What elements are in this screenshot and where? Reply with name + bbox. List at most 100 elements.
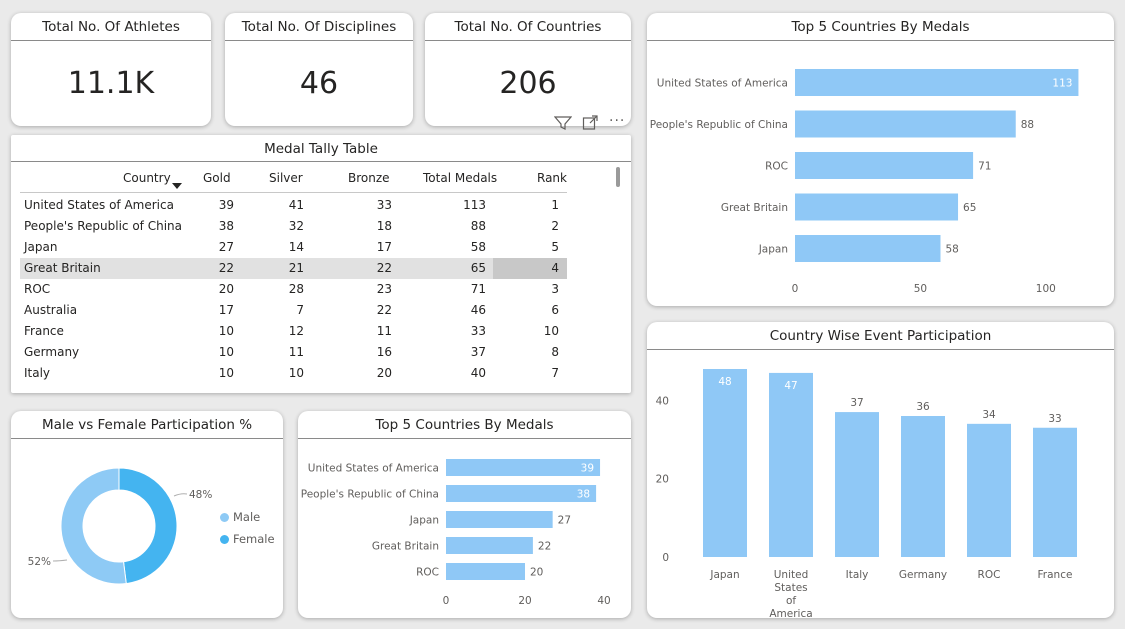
- legend-label-female: Female: [233, 532, 275, 546]
- col-header-bronze[interactable]: Bronze: [348, 171, 390, 185]
- kpi-title: Total No. Of Countries: [454, 19, 602, 35]
- table-row[interactable]: Australia 17 7 22 46 6: [20, 300, 567, 321]
- table-cell: 71: [470, 282, 486, 296]
- legend-dot-female: [220, 534, 229, 544]
- data-label: 20: [530, 567, 543, 579]
- table-cell: France: [24, 324, 64, 338]
- table-cell: 22: [218, 261, 234, 275]
- category-label: Great Britain: [721, 202, 788, 214]
- kpi-card-athletes[interactable]: Total No. Of Athletes 11.1K: [11, 13, 211, 126]
- more-options-icon[interactable]: ···: [609, 114, 625, 128]
- x-category-label: France: [1038, 569, 1073, 581]
- title-divider: [225, 40, 413, 41]
- data-label: 71: [978, 161, 991, 173]
- table-cell: 2: [551, 219, 559, 233]
- vertical-scrollbar[interactable]: [616, 167, 620, 187]
- table-cell: 10: [543, 324, 559, 338]
- table-cell: 10: [218, 366, 234, 380]
- data-label: 36: [916, 401, 930, 413]
- category-label: Japan: [758, 244, 788, 256]
- table-cell: 14: [288, 240, 304, 254]
- event-participation-column-chart: 0 20 40 48 Japan 47 UnitedStatesofAmerica 37 Ita…: [656, 369, 1077, 618]
- title-divider: [11, 161, 631, 162]
- y-tick-label: 0: [662, 552, 669, 564]
- table-cell: 22: [376, 303, 392, 317]
- table-row[interactable]: Italy 10 10 20 40 7: [20, 363, 567, 384]
- table-cell: 37: [470, 345, 486, 359]
- table-cell: 33: [376, 198, 392, 212]
- filter-icon[interactable]: [554, 115, 572, 131]
- table-cell: 5: [551, 240, 559, 254]
- table-row[interactable]: Japan 27 14 17 58 5: [20, 237, 567, 258]
- bar: [446, 459, 601, 476]
- visual-toolbar: ···: [550, 113, 632, 133]
- legend-label-male: Male: [233, 510, 261, 524]
- top5-medals-card[interactable]: Top 5 Countries By Medals United States …: [647, 13, 1114, 306]
- col-header-silver[interactable]: Silver: [269, 171, 303, 185]
- legend-item-female[interactable]: Female: [220, 532, 275, 546]
- legend-item-male[interactable]: Male: [220, 510, 260, 524]
- table-row[interactable]: France 10 12 11 33 10: [20, 321, 567, 342]
- table-cell: 20: [218, 282, 234, 296]
- data-label: 38: [577, 489, 590, 501]
- table-body: United States of America 39 41 33 113 1 People…: [20, 195, 567, 384]
- category-label: ROC: [416, 567, 439, 579]
- table-row[interactable]: United States of America 39 41 33 113 1: [20, 195, 567, 216]
- medal-tally-card[interactable]: Medal Tally Table Country Gold Silver Br…: [11, 135, 631, 393]
- col-header-rank[interactable]: Rank: [537, 171, 567, 185]
- table-cell: Australia: [24, 303, 78, 317]
- kpi-card-disciplines[interactable]: Total No. Of Disciplines 46: [225, 13, 413, 126]
- table-cell: 16: [376, 345, 392, 359]
- table-cell: 20: [376, 366, 392, 380]
- x-tick-label: 0: [443, 595, 450, 607]
- category-label: People's Republic of China: [301, 489, 439, 501]
- table-cell: 1: [551, 198, 559, 212]
- bar: [446, 563, 525, 580]
- table-cell: 33: [470, 324, 486, 338]
- bar: [1033, 427, 1077, 557]
- bar: [446, 537, 533, 554]
- focus-mode-icon[interactable]: [582, 115, 598, 131]
- table-cell: 12: [288, 324, 304, 338]
- gender-participation-card[interactable]: Male vs Female Participation % 48% 52% Ma…: [11, 411, 283, 618]
- table-cell: 10: [218, 345, 234, 359]
- top5-gold-card[interactable]: Top 5 Countries By Medals United States …: [298, 411, 631, 618]
- table-cell: 10: [288, 366, 304, 380]
- donut-slice-female: [118, 467, 178, 585]
- table-cell: 27: [218, 240, 234, 254]
- table-cell: 21: [288, 261, 304, 275]
- table-row[interactable]: Great Britain 22 21 22 65 4: [20, 258, 567, 279]
- category-label: Japan: [409, 515, 439, 527]
- table-cell: 11: [288, 345, 304, 359]
- col-header-total[interactable]: Total Medals: [423, 171, 497, 185]
- data-label: 39: [581, 463, 594, 475]
- table-row[interactable]: People's Republic of China 38 32 18 88 2: [20, 216, 567, 237]
- kpi-card-countries[interactable]: Total No. Of Countries 206: [425, 13, 631, 126]
- table-cell: 32: [288, 219, 304, 233]
- data-label: 48: [718, 376, 731, 388]
- table-row[interactable]: Germany 10 11 16 37 8: [20, 342, 567, 363]
- bar: [446, 511, 553, 528]
- data-label: 58: [945, 244, 958, 256]
- bar: [795, 69, 1079, 96]
- table-cell: 38: [218, 219, 234, 233]
- table-cell: 28: [288, 282, 304, 296]
- sort-desc-icon[interactable]: [172, 183, 182, 189]
- table-cell: Italy: [24, 366, 51, 380]
- data-label: 37: [850, 397, 863, 409]
- table-row[interactable]: ROC 20 28 23 71 3: [20, 279, 567, 300]
- x-tick-label: 0: [792, 283, 799, 295]
- table-cell: Great Britain: [24, 261, 101, 275]
- bar: [795, 235, 941, 262]
- table-cell: People's Republic of China: [24, 219, 182, 233]
- x-category-label: United: [774, 569, 809, 581]
- x-category-label: Italy: [846, 569, 869, 581]
- category-label: United States of America: [657, 78, 788, 90]
- table-cell: 88: [470, 219, 486, 233]
- event-participation-card[interactable]: Country Wise Event Participation 0 20 40 48…: [647, 322, 1114, 618]
- kpi-title: Total No. Of Disciplines: [241, 19, 397, 35]
- table-cell: 17: [218, 303, 234, 317]
- table-cell: 41: [288, 198, 304, 212]
- col-header-gold[interactable]: Gold: [203, 171, 231, 185]
- col-header-country[interactable]: Country: [123, 171, 171, 185]
